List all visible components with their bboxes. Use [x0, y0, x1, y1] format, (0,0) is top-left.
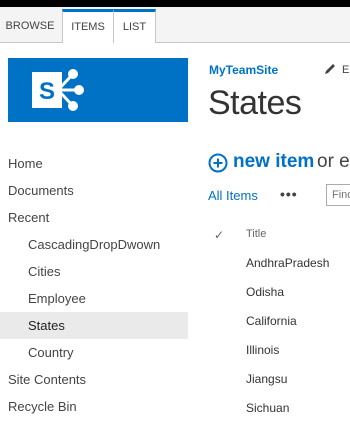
tab-items[interactable]: ITEMS: [62, 9, 114, 43]
view-all-items[interactable]: All Items: [208, 188, 258, 203]
svg-text:S: S: [39, 78, 55, 105]
list-item[interactable]: Illinois: [246, 343, 279, 357]
list-item[interactable]: AndhraPradesh: [246, 256, 329, 270]
more-options-button[interactable]: •••: [280, 186, 298, 202]
nav-item-cascadingdropdwown[interactable]: CascadingDropDwown: [28, 237, 160, 252]
new-item-or-text: or e: [317, 151, 350, 172]
search-input[interactable]: [326, 184, 350, 206]
nav-item-recent[interactable]: Recent: [8, 210, 49, 225]
edit-icon[interactable]: [323, 62, 337, 76]
edit-link[interactable]: E: [342, 64, 349, 76]
nav-item-recycle-bin[interactable]: Recycle Bin: [8, 399, 77, 414]
site-name-link[interactable]: MyTeamSite: [209, 63, 278, 77]
sharepoint-logo-icon: S: [32, 69, 84, 111]
list-item[interactable]: Jiangsu: [246, 372, 287, 386]
nav-item-cities[interactable]: Cities: [28, 264, 61, 279]
site-logo[interactable]: S: [8, 58, 188, 122]
select-all-checkmark[interactable]: ✓: [214, 228, 224, 242]
nav-item-site-contents[interactable]: Site Contents: [8, 372, 86, 387]
nav-item-states[interactable]: States: [28, 318, 65, 333]
tab-list[interactable]: LIST: [114, 9, 156, 43]
list-item[interactable]: Odisha: [246, 285, 284, 299]
top-bar: [0, 0, 350, 7]
page-title: States: [208, 84, 302, 122]
nav-item-documents[interactable]: Documents: [8, 183, 74, 198]
add-circle-icon[interactable]: [208, 153, 228, 173]
list-item[interactable]: California: [246, 314, 297, 328]
new-item-link[interactable]: new item: [233, 151, 314, 173]
column-header-title[interactable]: Title: [246, 228, 266, 240]
nav-item-employee[interactable]: Employee: [28, 291, 86, 306]
tab-browse[interactable]: BROWSE: [0, 9, 60, 43]
nav-item-home[interactable]: Home: [8, 156, 43, 171]
nav-item-country[interactable]: Country: [28, 345, 74, 360]
list-item[interactable]: Sichuan: [246, 401, 289, 415]
